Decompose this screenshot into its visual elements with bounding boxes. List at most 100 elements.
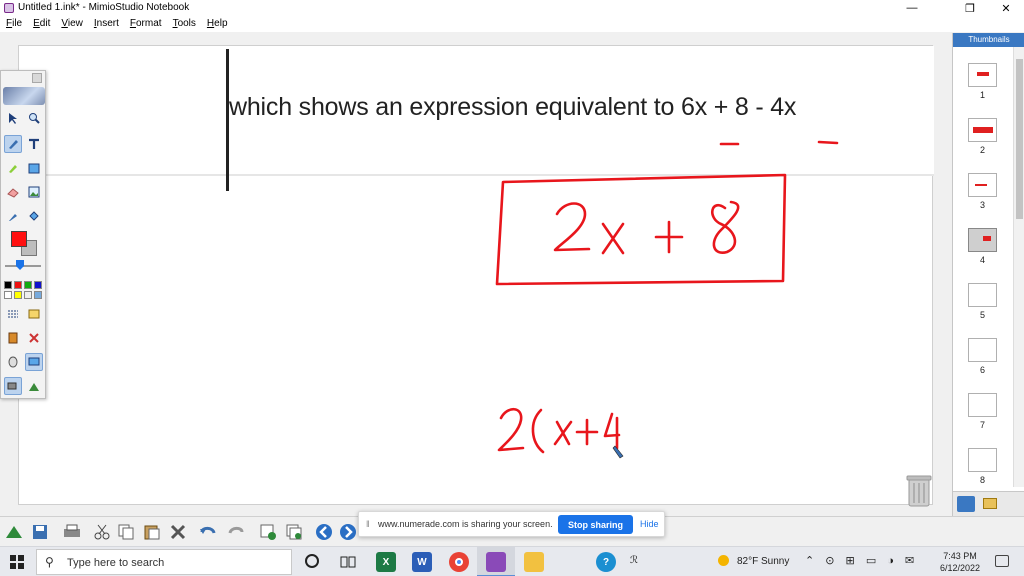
word-icon[interactable]: W xyxy=(412,552,432,572)
palette-green[interactable] xyxy=(24,281,32,289)
mimio-toolbox[interactable] xyxy=(0,70,46,399)
menu-file[interactable]: File xyxy=(5,16,28,32)
undo-icon[interactable] xyxy=(198,523,218,541)
shape-tool-icon[interactable] xyxy=(25,159,43,177)
current-tool-preview xyxy=(3,87,45,105)
menu-insert[interactable]: Insert xyxy=(93,16,125,32)
hide-banner-link[interactable]: Hide xyxy=(640,519,659,529)
mimio-notebook-icon[interactable] xyxy=(486,552,506,572)
thumbnail-page-2[interactable] xyxy=(968,118,997,142)
folder-icon[interactable] xyxy=(983,498,997,509)
ink-digit-8 xyxy=(711,200,740,254)
select-arrow-icon[interactable] xyxy=(4,109,22,127)
thumbnail-page-4[interactable] xyxy=(968,228,997,252)
mouse-mode-icon[interactable] xyxy=(4,353,22,371)
stop-sharing-button[interactable]: Stop sharing xyxy=(558,515,633,534)
print-icon[interactable] xyxy=(62,523,82,541)
menu-view[interactable]: View xyxy=(60,16,89,32)
ink-annotations[interactable] xyxy=(19,46,934,506)
new-page-icon[interactable] xyxy=(4,523,24,541)
clock-time: 7:43 PM xyxy=(943,551,977,561)
line-style-icon[interactable] xyxy=(4,305,22,323)
menu-tools[interactable]: Tools xyxy=(172,16,202,32)
image-tool-icon[interactable] xyxy=(25,183,43,201)
highlighter-icon[interactable] xyxy=(4,159,22,177)
cortana-icon[interactable] xyxy=(305,554,319,568)
eraser-icon[interactable] xyxy=(4,183,22,201)
system-tray[interactable]: ⌃ ⊙ ⊞ ▭ ◑ ✉ xyxy=(805,554,918,567)
redo-icon[interactable] xyxy=(226,523,246,541)
palette-yellow[interactable] xyxy=(14,291,22,299)
menu-format[interactable]: Format xyxy=(129,16,168,32)
title-bar: Untitled 1.ink* - MimioStudio Notebook —… xyxy=(0,0,1024,16)
maximize-button[interactable]: ❐ xyxy=(954,0,986,16)
text-tool-icon[interactable] xyxy=(25,135,43,153)
screen-annotate-icon[interactable] xyxy=(25,353,43,371)
help-icon[interactable]: ? xyxy=(596,552,616,572)
capture-icon[interactable] xyxy=(25,377,43,395)
palette-blue[interactable] xyxy=(34,281,42,289)
previous-page-icon[interactable] xyxy=(314,523,334,541)
menu-edit[interactable]: Edit xyxy=(32,16,56,32)
task-view-icon[interactable] xyxy=(340,555,356,569)
pen-tool-icon[interactable] xyxy=(4,135,22,153)
thumbnails-header: Thumbnails xyxy=(953,33,1024,47)
palette-red[interactable] xyxy=(14,281,22,289)
gallery-icon[interactable] xyxy=(25,305,43,323)
paste-icon[interactable] xyxy=(142,523,162,541)
people-icon[interactable]: ℛ xyxy=(630,555,638,566)
zoom-icon[interactable] xyxy=(25,109,43,127)
dropper-icon[interactable] xyxy=(4,207,22,225)
app-icon xyxy=(4,3,14,13)
thumbnail-label: 1 xyxy=(979,90,985,100)
thumbnail-page-6[interactable] xyxy=(968,338,997,362)
palette-white[interactable] xyxy=(4,291,12,299)
windows-start-icon[interactable] xyxy=(10,555,24,569)
tools-icon[interactable] xyxy=(25,329,43,347)
notification-icon[interactable] xyxy=(995,555,1009,567)
fill-bucket-icon[interactable] xyxy=(25,207,43,225)
thumbnail-label: 5 xyxy=(979,310,985,320)
palette-none[interactable] xyxy=(24,291,32,299)
thumbnail-page-1[interactable] xyxy=(968,63,997,87)
cut-icon[interactable] xyxy=(92,523,112,541)
thumbnails-panel: Thumbnails 1 2 3 4 5 6 7 8 xyxy=(952,33,1024,516)
palette-light-blue[interactable] xyxy=(34,291,42,299)
ink-digit-2 xyxy=(553,202,591,252)
ink-letter-x xyxy=(601,222,625,255)
thumbnail-scrollbar[interactable] xyxy=(1013,47,1024,487)
copy-icon[interactable] xyxy=(116,523,136,541)
thumbnail-page-5[interactable] xyxy=(968,283,997,307)
weather-widget[interactable]: 82°F Sunny xyxy=(718,555,789,567)
file-explorer-icon[interactable] xyxy=(524,552,544,572)
thickness-slider-thumb[interactable] xyxy=(16,260,24,270)
insert-page-icon[interactable] xyxy=(258,523,278,541)
toolbox-close-button[interactable] xyxy=(32,73,42,83)
minimize-button[interactable]: — xyxy=(896,0,928,16)
delete-icon[interactable] xyxy=(168,523,188,541)
save-icon[interactable] xyxy=(30,523,50,541)
excel-icon[interactable]: X xyxy=(376,552,396,572)
thumbnail-view-icon[interactable] xyxy=(957,496,975,512)
duplicate-page-icon[interactable] xyxy=(284,523,304,541)
thumbnail-label: 2 xyxy=(979,145,985,155)
drag-handle-icon[interactable]: ‖ xyxy=(366,519,370,529)
close-button[interactable]: ✕ xyxy=(990,0,1022,16)
next-page-icon[interactable] xyxy=(338,523,358,541)
trash-icon[interactable] xyxy=(906,473,932,507)
recorder-icon[interactable] xyxy=(4,377,22,395)
menu-help[interactable]: Help xyxy=(206,16,234,32)
thumbnail-page-3[interactable] xyxy=(968,173,997,197)
thumbnail-page-8[interactable] xyxy=(968,448,997,472)
taskbar-search-box[interactable]: ⚲ Type here to search xyxy=(36,549,292,575)
notebook-page[interactable]: which shows an expression equivalent to … xyxy=(18,45,934,506)
palette-black[interactable] xyxy=(4,281,12,289)
thumbnail-scrollbar-thumb[interactable] xyxy=(1016,59,1023,219)
taskbar-clock[interactable]: 7:43 PM 6/12/2022 xyxy=(936,550,984,574)
reveal-icon[interactable] xyxy=(4,329,22,347)
thumbnail-label: 4 xyxy=(979,255,985,265)
line-color-swatch[interactable] xyxy=(11,231,27,247)
screen-share-banner: ‖ www.numerade.com is sharing your scree… xyxy=(358,511,665,537)
chrome-icon[interactable] xyxy=(449,552,469,572)
thumbnail-page-7[interactable] xyxy=(968,393,997,417)
